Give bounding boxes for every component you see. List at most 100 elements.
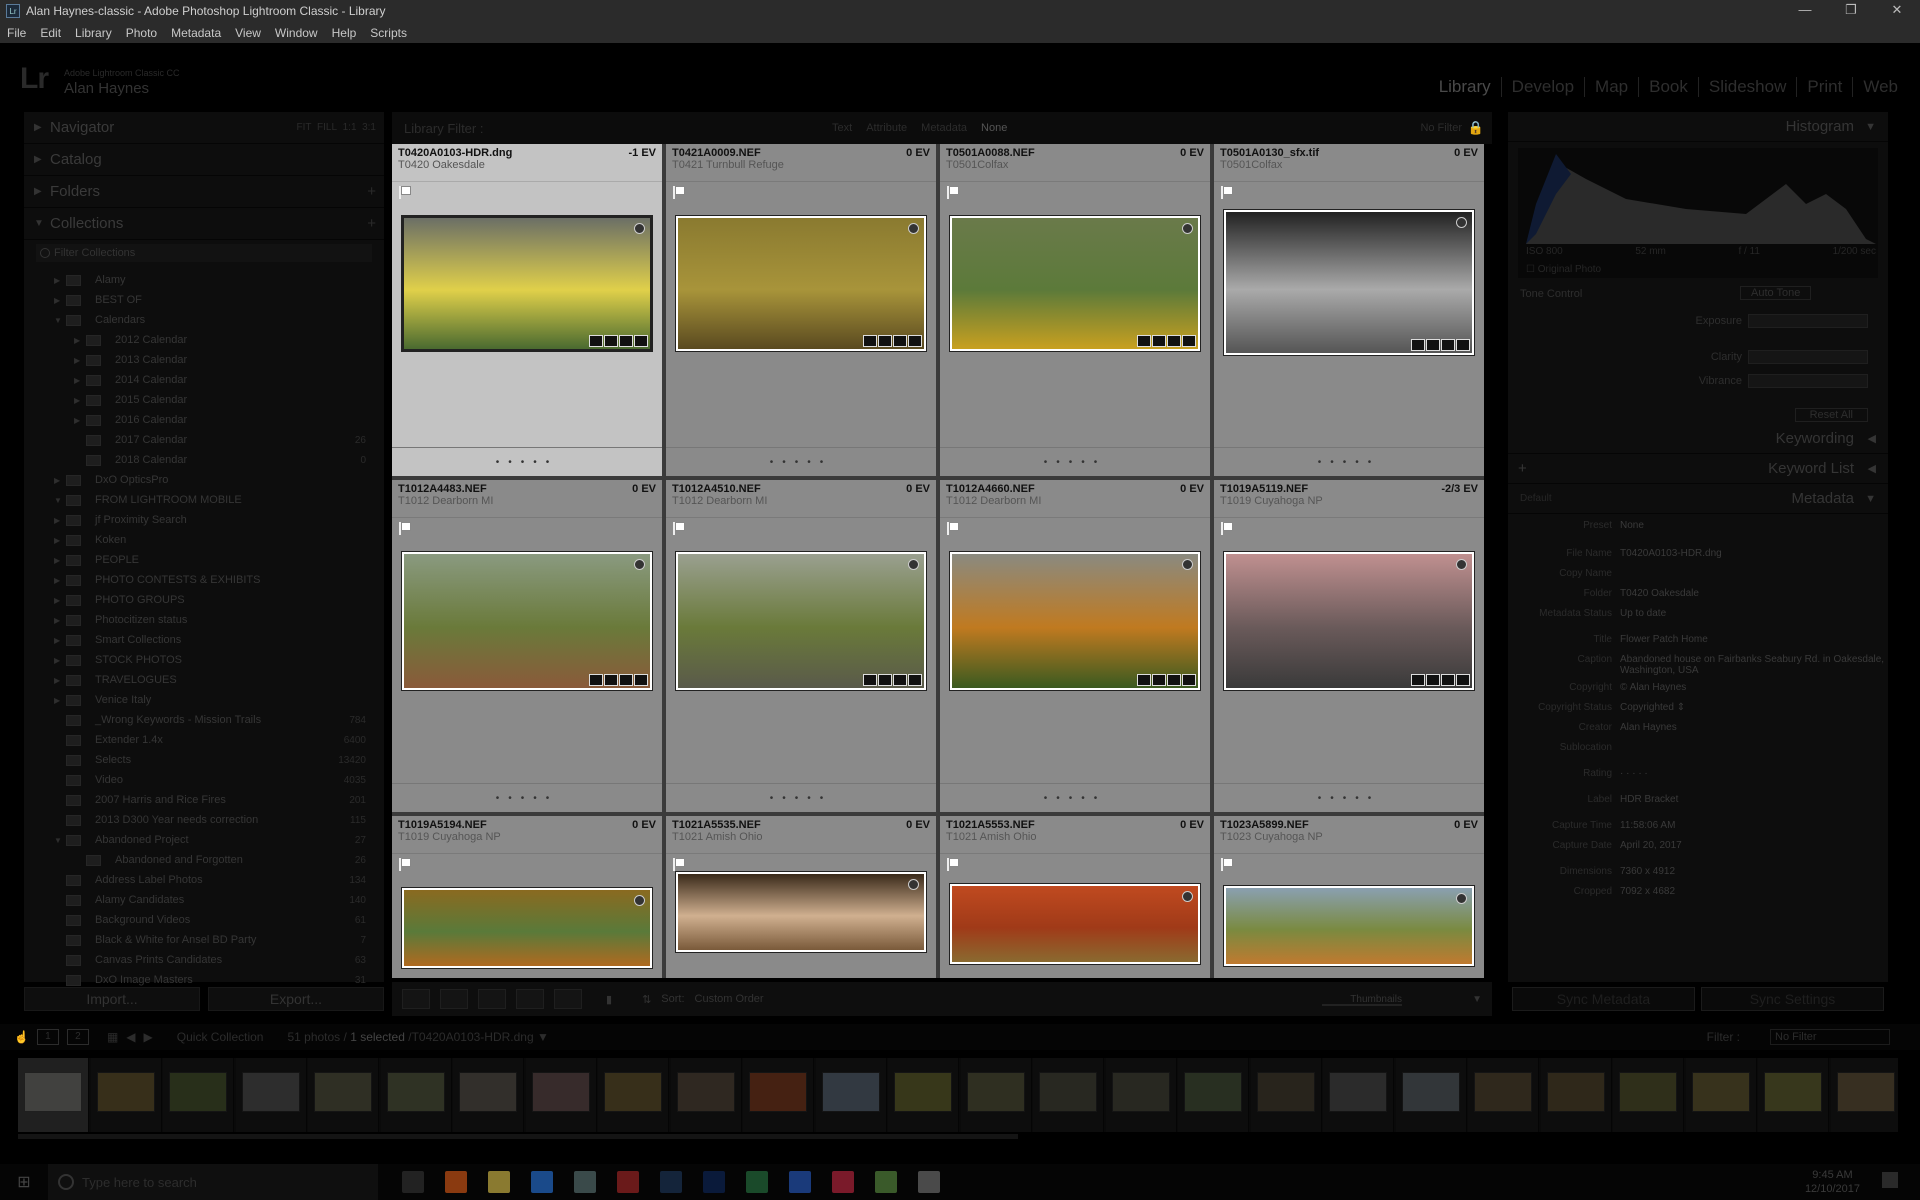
keyword-badge-icon[interactable] (589, 674, 603, 686)
hand-icon[interactable]: ☝ (14, 1030, 29, 1044)
collection-arrow-icon[interactable]: ▶ (54, 476, 66, 485)
taskbar-clock[interactable]: 9:45 AM 12/10/2017 (1805, 1168, 1860, 1196)
collection-item[interactable]: ▶ 2012 Calendar (24, 330, 384, 350)
module-web[interactable]: Web (1852, 77, 1908, 97)
metadata-value[interactable]: Copyrighted ⇕ (1620, 702, 1888, 713)
metadata-badge-icon[interactable] (1426, 674, 1440, 686)
taskbar-app3-icon[interactable] (918, 1171, 940, 1193)
taskbar-app2-icon[interactable] (875, 1171, 897, 1193)
auto-tone-button[interactable]: Auto Tone (1740, 286, 1812, 300)
filmstrip-thumb[interactable] (380, 1058, 452, 1132)
filmstrip-thumb[interactable] (1105, 1058, 1177, 1132)
collection-item[interactable]: Address Label Photos 134 (24, 870, 384, 890)
crop-badge-icon[interactable] (619, 335, 633, 347)
taskbar-photoshop-icon[interactable] (703, 1171, 725, 1193)
forward-arrow-icon[interactable]: ▶ (144, 1030, 153, 1044)
collection-item[interactable]: _Wrong Keywords - Mission Trails 784 (24, 710, 384, 730)
quick-collection-icon[interactable] (1456, 559, 1467, 570)
keywording-header[interactable]: Keywording ◀ (1508, 424, 1888, 454)
exposure-buttons[interactable] (1748, 314, 1868, 328)
collection-item[interactable]: ▶ 2016 Calendar (24, 410, 384, 430)
filmstrip-thumb[interactable] (163, 1058, 234, 1132)
taskbar-file-explorer-icon[interactable] (488, 1171, 510, 1193)
collection-item[interactable]: Abandoned and Forgotten 26 (24, 850, 384, 870)
photo-thumbnail[interactable] (1224, 210, 1474, 355)
metadata-header[interactable]: Default Metadata ▼ (1508, 484, 1888, 514)
flag-icon[interactable] (673, 858, 685, 871)
develop-badge-icon[interactable] (634, 335, 648, 347)
photo-thumbnail[interactable] (676, 872, 926, 952)
collection-item[interactable]: ▶ Alamy (24, 270, 384, 290)
metadata-value[interactable]: 11:58:06 AM (1620, 820, 1888, 831)
quick-collection-icon[interactable] (634, 559, 645, 570)
collection-arrow-icon[interactable]: ▶ (54, 616, 66, 625)
filter-none[interactable]: None (981, 122, 1007, 134)
photo-thumbnail[interactable] (950, 552, 1200, 690)
grid-cell[interactable]: T1012A4660.NEF T1012 Dearborn MI 0 EV ••••• (940, 480, 1212, 814)
quick-collection-icon[interactable] (1456, 217, 1467, 228)
menu-help[interactable]: Help (325, 26, 364, 40)
collection-item[interactable]: ▶ PHOTO GROUPS (24, 590, 384, 610)
filmstrip-thumb[interactable] (1685, 1058, 1757, 1132)
filmstrip-thumb[interactable] (1830, 1058, 1898, 1132)
toolbar-menu-icon[interactable]: ▼ (1472, 994, 1482, 1005)
filmstrip-source[interactable]: Quick Collection (177, 1030, 264, 1044)
menu-file[interactable]: File (0, 26, 33, 40)
filmstrip-thumb[interactable] (1250, 1058, 1322, 1132)
windows-start-icon[interactable]: ⊞ (0, 1172, 48, 1192)
quick-collection-icon[interactable] (1182, 891, 1193, 902)
keyword-badge-icon[interactable] (1137, 674, 1151, 686)
quick-collection-icon[interactable] (634, 895, 645, 906)
collection-item[interactable]: 2017 Calendar 26 (24, 430, 384, 450)
taskbar-app-icon[interactable] (574, 1171, 596, 1193)
menu-photo[interactable]: Photo (119, 26, 164, 40)
collection-item[interactable]: ▶ Koken (24, 530, 384, 550)
filter-collections-input[interactable]: Filter Collections (36, 244, 372, 262)
collection-item[interactable]: Background Videos 61 (24, 910, 384, 930)
rating-stars[interactable]: ••••• (940, 457, 1210, 468)
collection-item[interactable]: 2007 Harris and Rice Fires 201 (24, 790, 384, 810)
navigator-zoom-options[interactable]: FIT FILL 1:1 3:1 (296, 122, 376, 133)
keyword-badge-icon[interactable] (863, 674, 877, 686)
collection-arrow-icon[interactable]: ▶ (54, 536, 66, 545)
collection-item[interactable]: Alamy Candidates 140 (24, 890, 384, 910)
metadata-value[interactable]: Flower Patch Home (1620, 634, 1888, 645)
loupe-view-button[interactable] (440, 989, 468, 1009)
photo-thumbnail[interactable] (676, 552, 926, 690)
sort-direction-icon[interactable]: ⇅ (642, 993, 651, 1006)
filmstrip-thumb[interactable] (598, 1058, 669, 1132)
photo-thumbnail[interactable] (950, 216, 1200, 351)
taskbar-firefox-icon[interactable] (445, 1171, 467, 1193)
photo-thumbnail[interactable] (950, 884, 1200, 964)
keyword-badge-icon[interactable] (1411, 674, 1425, 686)
photo-thumbnail[interactable] (402, 888, 652, 968)
back-arrow-icon[interactable]: ◀ (126, 1030, 135, 1044)
collection-item[interactable]: Extender 1.4x 6400 (24, 730, 384, 750)
quick-collection-icon[interactable] (1182, 559, 1193, 570)
collection-item[interactable]: ▶ PHOTO CONTESTS & EXHIBITS (24, 570, 384, 590)
metadata-value[interactable]: HDR Bracket (1620, 794, 1888, 805)
grid-view-button[interactable] (402, 989, 430, 1009)
taskbar-excel-icon[interactable] (746, 1171, 768, 1193)
keyword-badge-icon[interactable] (863, 335, 877, 347)
taskbar-word-icon[interactable] (789, 1171, 811, 1193)
flag-icon[interactable] (673, 522, 685, 535)
flag-icon[interactable] (1221, 858, 1233, 871)
collection-arrow-icon[interactable]: ▶ (54, 636, 66, 645)
metadata-badge-icon[interactable] (604, 674, 618, 686)
filmstrip-thumb[interactable] (1033, 1058, 1104, 1132)
metadata-view-select[interactable]: Default (1520, 484, 1552, 514)
collection-item[interactable]: Selects 13420 (24, 750, 384, 770)
keyword-badge-icon[interactable] (1137, 335, 1151, 347)
collection-item[interactable]: ▶ Photocitizen status (24, 610, 384, 630)
menu-scripts[interactable]: Scripts (363, 26, 414, 40)
grid-cell[interactable]: T0421A0009.NEF T0421 Turnbull Refuge 0 EV •… (666, 144, 938, 478)
keyword-badge-icon[interactable] (1411, 339, 1425, 351)
filmstrip-thumb[interactable] (888, 1058, 959, 1132)
collection-item[interactable]: ▶ STOCK PHOTOS (24, 650, 384, 670)
menu-window[interactable]: Window (268, 26, 325, 40)
filmstrip-thumb[interactable] (670, 1058, 742, 1132)
develop-badge-icon[interactable] (908, 674, 922, 686)
filter-preset-select[interactable]: No Filter (1420, 122, 1462, 134)
rating-stars[interactable]: ••••• (940, 793, 1210, 804)
